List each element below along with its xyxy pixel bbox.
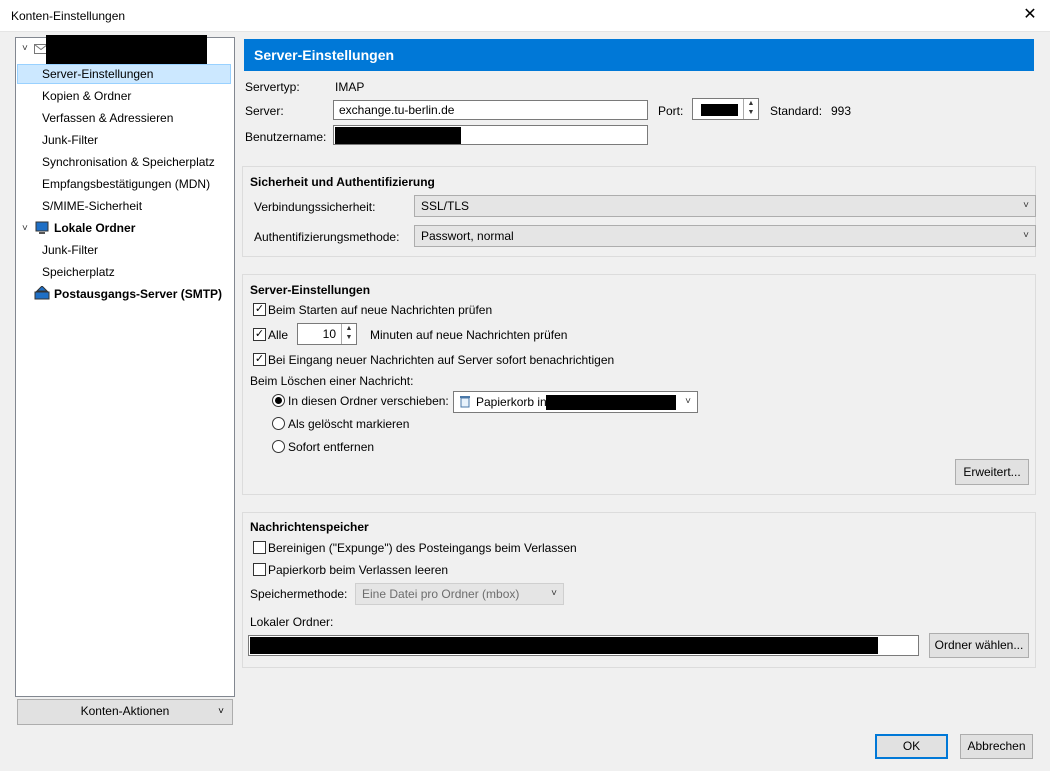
delete-action-label: Beim Löschen einer Nachricht: (250, 374, 414, 388)
expunge-label: Bereinigen ("Expunge") des Posteingangs … (268, 541, 577, 555)
auth-method-select[interactable]: Passwort, normal ˅ (414, 225, 1036, 247)
account-actions-label: Konten-Aktionen (80, 704, 170, 718)
remove-now-label: Sofort entfernen (288, 440, 375, 454)
connection-security-select[interactable]: SSL/TLS ˅ (414, 195, 1036, 217)
trash-folder-select[interactable]: Papierkorb in ˅ (453, 391, 698, 413)
outgoing-server-icon (34, 286, 50, 300)
sidebar-item-smime[interactable]: S/MIME-Sicherheit (42, 196, 142, 216)
check-every-suffix: Minuten auf neue Nachrichten prüfen (370, 328, 568, 342)
server-type-label: Servertyp: (245, 80, 300, 94)
mark-deleted-label: Als gelöscht markieren (288, 417, 410, 431)
chevron-down-icon[interactable]: ˅ (22, 223, 32, 234)
chevron-down-icon: ˅ (551, 588, 557, 599)
close-icon[interactable]: ✕ (1020, 5, 1040, 25)
security-group-title: Sicherheit und Authentifizierung (250, 175, 435, 189)
move-to-folder-label: In diesen Ordner verschieben: (288, 394, 449, 408)
sidebar-item-junk-filter[interactable]: Junk-Filter (42, 130, 98, 150)
local-folder-input[interactable] (248, 635, 919, 656)
sidebar-item-local-junk[interactable]: Junk-Filter (42, 240, 98, 260)
server-type-value: IMAP (335, 80, 365, 94)
sidebar-item-label: Synchronisation & Speicherplatz (42, 155, 215, 169)
local-folder-label: Lokaler Ordner: (250, 615, 334, 629)
username-input[interactable] (333, 125, 648, 145)
storage-method-label: Speichermethode: (250, 587, 348, 601)
sidebar-item-sync-storage[interactable]: Synchronisation & Speicherplatz (42, 152, 215, 172)
stepper-arrows-icon[interactable]: ▲ ▼ (743, 99, 758, 119)
page-title: Server-Einstellungen (244, 39, 1034, 71)
empty-trash-checkbox[interactable] (253, 563, 266, 576)
chevron-down-icon: ˅ (1023, 230, 1029, 241)
username-label: Benutzername: (245, 130, 327, 144)
sidebar-item-server-settings[interactable]: Server-Einstellungen (17, 64, 231, 84)
check-interval-stepper[interactable]: 10 ▲ ▼ (297, 323, 357, 345)
trash-icon (460, 396, 470, 408)
sidebar-item-label: Kopien & Ordner (42, 89, 132, 103)
expunge-checkbox[interactable] (253, 541, 266, 554)
title-bar: Konten-Einstellungen ✕ (0, 0, 1050, 32)
account-tree: ˅ Server-Einstellungen Kopien & Ordner V… (15, 35, 235, 697)
port-label: Port: (658, 104, 684, 118)
account-actions-button[interactable]: Konten-Aktionen ˅ (17, 699, 233, 725)
server-label: Server: (245, 104, 284, 118)
storage-method-value: Eine Datei pro Ordner (mbox) (362, 587, 520, 601)
sidebar-item-label: Junk-Filter (42, 133, 99, 147)
auth-method-label: Authentifizierungsmethode: (254, 230, 400, 244)
port-stepper[interactable]: ▲ ▼ (692, 98, 759, 120)
sidebar-item-local-folders[interactable]: Lokale Ordner (54, 218, 135, 238)
window-title: Konten-Einstellungen (11, 9, 126, 23)
redacted-port (701, 104, 738, 116)
stepper-arrows-icon[interactable]: ▲ ▼ (341, 324, 356, 344)
sidebar-item-label: S/MIME-Sicherheit (42, 199, 143, 213)
chevron-down-icon: ˅ (218, 706, 224, 717)
remove-now-radio[interactable] (272, 440, 285, 453)
sidebar-item-label: Junk-Filter (42, 243, 99, 257)
redacted-username (335, 127, 461, 144)
empty-trash-label: Papierkorb beim Verlassen leeren (268, 563, 449, 577)
sidebar-item-label: Lokale Ordner (54, 221, 136, 235)
mark-deleted-radio[interactable] (272, 417, 285, 430)
redacted-account-name (46, 35, 207, 67)
redacted-account-name (546, 395, 676, 410)
check-startup-label: Beim Starten auf neue Nachrichten prüfen (268, 303, 493, 317)
server-settings-group-title: Server-Einstellungen (250, 283, 371, 297)
sidebar-item-receipts[interactable]: Empfangsbestätigungen (MDN) (42, 174, 210, 194)
sidebar-item-label: Verfassen & Adressieren (42, 111, 174, 125)
advanced-button[interactable]: Erweitert... (955, 459, 1029, 485)
chevron-down-icon: ˅ (1023, 200, 1029, 211)
chevron-down-icon[interactable]: ˅ (22, 43, 32, 54)
check-every-checkbox[interactable]: ✓ (253, 328, 266, 341)
cancel-button[interactable]: Abbrechen (960, 734, 1033, 759)
check-interval-value: 10 (322, 327, 336, 341)
connection-security-value: SSL/TLS (421, 199, 470, 213)
sidebar-item-smtp[interactable]: Postausgangs-Server (SMTP) (54, 284, 222, 304)
sidebar-item-label: Speicherplatz (42, 265, 115, 279)
sidebar-item-local-storage[interactable]: Speicherplatz (42, 262, 115, 282)
ok-button[interactable]: OK (875, 734, 948, 759)
sidebar-item-composition[interactable]: Verfassen & Adressieren (42, 108, 173, 128)
server-input[interactable]: exchange.tu-berlin.de (333, 100, 648, 120)
redacted-local-path (250, 637, 878, 654)
trash-folder-value: Papierkorb in (476, 395, 547, 409)
standard-port-value: 993 (831, 104, 852, 118)
connection-security-label: Verbindungssicherheit: (254, 200, 376, 214)
choose-folder-button[interactable]: Ordner wählen... (929, 633, 1029, 658)
notify-checkbox[interactable]: ✓ (253, 353, 266, 366)
notify-label: Bei Eingang neuer Nachrichten auf Server… (268, 353, 615, 367)
sidebar-item-label: Empfangsbestätigungen (MDN) (42, 177, 211, 191)
auth-method-value: Passwort, normal (421, 229, 514, 243)
computer-icon (35, 221, 49, 234)
standard-label: Standard: (770, 104, 823, 118)
chevron-down-icon: ˅ (685, 396, 691, 407)
sidebar-item-copies-folders[interactable]: Kopien & Ordner (42, 86, 131, 106)
sidebar-item-label: Postausgangs-Server (SMTP) (54, 287, 223, 301)
check-startup-checkbox[interactable]: ✓ (253, 303, 266, 316)
check-every-label: Alle (268, 328, 289, 342)
storage-group-title: Nachrichtenspeicher (250, 520, 369, 534)
move-to-folder-radio[interactable] (272, 394, 285, 407)
sidebar-item-label: Server-Einstellungen (42, 67, 154, 81)
storage-method-select[interactable]: Eine Datei pro Ordner (mbox) ˅ (355, 583, 564, 605)
